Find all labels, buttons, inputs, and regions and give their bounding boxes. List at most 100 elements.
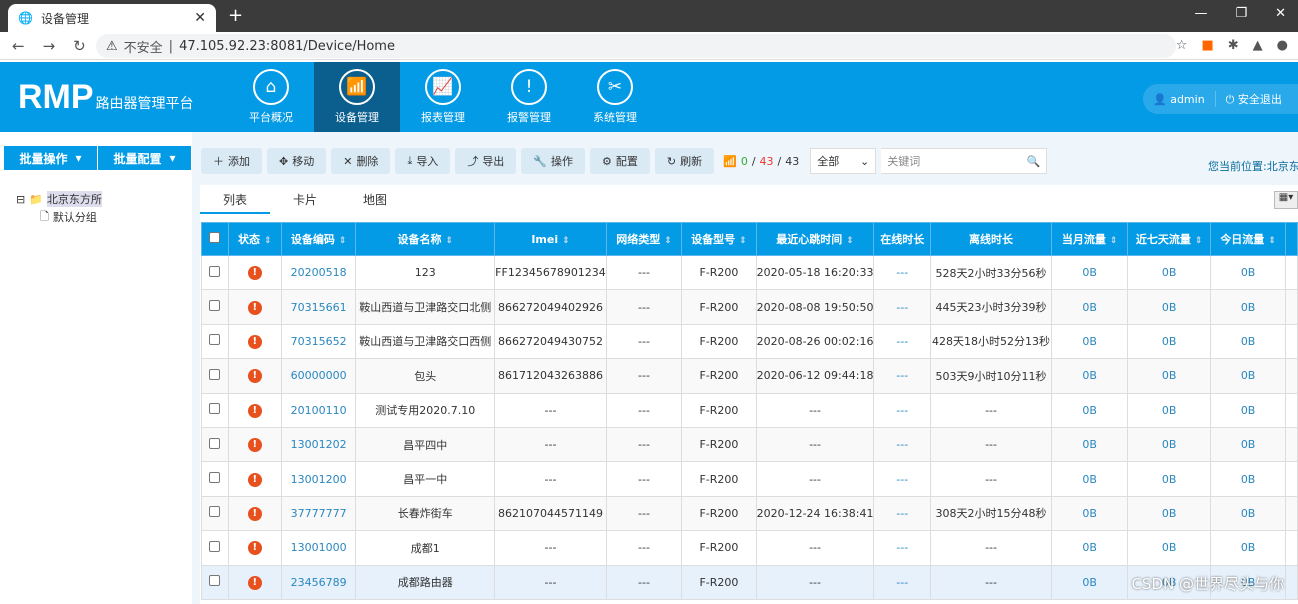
cell: ---: [605, 254, 683, 291]
cell: 成都1: [355, 530, 496, 566]
column-header[interactable]: 当月流量 ⇕: [1051, 222, 1129, 256]
row-checkbox[interactable]: [209, 506, 221, 518]
cell: 123: [355, 254, 496, 291]
export-button[interactable]: ⤴ 导出: [455, 148, 517, 174]
operate-button[interactable]: 🔧 操作: [521, 148, 586, 174]
column-header[interactable]: 今日流量 ⇕: [1209, 222, 1287, 256]
cell: ---: [605, 358, 683, 394]
offline-alert-icon: !: [247, 438, 262, 453]
table-row[interactable]: ! 37777777 长春炸街车 862107044571149 --- F-R200 20…: [201, 495, 1298, 532]
browser-tab[interactable]: 🌐 设备管理 ✕: [8, 4, 216, 32]
table-row[interactable]: ! 60000000 包头 861712043263886 --- F-R200 2020-…: [201, 358, 1298, 394]
cell[interactable]: 37777777: [280, 495, 357, 532]
new-tab-button[interactable]: +: [228, 5, 243, 26]
search-icon[interactable]: 🔍: [1027, 155, 1041, 168]
cell: F-R200: [681, 564, 757, 600]
menu-alarms[interactable]: ! 报警管理: [486, 62, 572, 132]
column-header[interactable]: 网络类型 ⇕: [605, 222, 683, 256]
row-checkbox[interactable]: [209, 472, 221, 484]
cell[interactable]: 60000000: [280, 358, 357, 394]
cell: ---: [605, 392, 683, 428]
cell[interactable]: 23456789: [280, 564, 357, 600]
device-table: 状态 ⇕ 设备编码 ⇕ 设备名称 ⇕ Imei ⇕ 网络类型 ⇕ 设备型号 ⇕ 最近心跳时间 ⇕ 在线时长离…: [201, 222, 1298, 600]
menu-platform-overview[interactable]: ⌂ 平台概况: [228, 62, 314, 132]
table-row[interactable]: ! 70315661 鞍山西道与卫津路交口北侧 866272049402926 --- F…: [201, 289, 1298, 325]
row-checkbox[interactable]: [209, 368, 221, 380]
refresh-button[interactable]: ↻ 刷新: [654, 148, 715, 174]
cell: 0B: [1127, 392, 1211, 428]
maximize-icon[interactable]: ❐: [1235, 6, 1247, 21]
cell[interactable]: 13001202: [280, 426, 357, 463]
column-header[interactable]: 在线时长: [873, 222, 932, 256]
tree-node-default[interactable]: 🗋 默认分组: [16, 208, 102, 226]
cell: F-R200: [681, 323, 757, 360]
row-checkbox[interactable]: [209, 334, 221, 346]
flask-icon[interactable]: ▲: [1253, 38, 1263, 53]
menu-reports[interactable]: 📈 报表管理: [400, 62, 486, 132]
batch-ops-button[interactable]: 批量操作 ▾: [4, 146, 97, 170]
tab-card[interactable]: 卡片: [270, 191, 340, 214]
cell[interactable]: 70315652: [280, 323, 357, 360]
status-filter-select[interactable]: 全部 ⌄: [810, 148, 877, 174]
watermark: CSDN @世界尽头与你: [1131, 575, 1284, 593]
cell: 0B: [1127, 289, 1211, 325]
puzzle-icon[interactable]: ✱: [1228, 38, 1239, 53]
table-row[interactable]: ! 20200518 123 FF12345678901234 --- F-R200 202…: [201, 254, 1298, 291]
table-row[interactable]: ! 13001202 昌平四中 --- --- F-R200 --- --- --- 0B 0B 0B: [201, 426, 1298, 463]
back-icon[interactable]: ←: [12, 37, 25, 55]
row-checkbox[interactable]: [209, 265, 221, 277]
extension-icon[interactable]: ■: [1201, 38, 1213, 53]
menu-device-management[interactable]: 📶 设备管理: [314, 62, 400, 132]
sort-icon: ⇕: [846, 236, 854, 246]
table-row[interactable]: ! 13001000 成都1 --- --- F-R200 --- --- --- 0B 0B 0B: [201, 530, 1298, 566]
sort-icon: ⇕: [338, 236, 347, 246]
column-header[interactable]: Imei ⇕: [494, 222, 607, 256]
row-checkbox[interactable]: [209, 575, 221, 587]
column-header[interactable]: 设备型号 ⇕: [681, 222, 757, 256]
cell[interactable]: 20200518: [280, 254, 357, 291]
select-all-checkbox[interactable]: [209, 232, 221, 243]
cell: 0B: [1051, 254, 1129, 291]
table-row[interactable]: ! 20100110 测试专用2020.7.10 --- --- F-R200 --- ---…: [201, 392, 1298, 428]
row-checkbox[interactable]: [209, 437, 221, 449]
url-field[interactable]: ⚠ 不安全 | 47.105.92.23:8081/Device/Home: [96, 34, 1176, 58]
move-button[interactable]: ✥ 移动: [267, 148, 327, 174]
reload-icon[interactable]: ↻: [73, 37, 86, 55]
cell[interactable]: 13001000: [280, 530, 357, 566]
close-tab-icon[interactable]: ✕: [194, 10, 206, 26]
minimize-icon[interactable]: —: [1194, 6, 1207, 21]
close-window-icon[interactable]: ✕: [1275, 6, 1286, 21]
tree-node-root[interactable]: ⊟ 📁 北京东方所: [16, 190, 102, 208]
column-header[interactable]: 近七天流量 ⇕: [1127, 222, 1211, 256]
forward-icon[interactable]: →: [43, 37, 56, 55]
column-header[interactable]: 最近心跳时间 ⇕: [755, 222, 875, 256]
row-checkbox[interactable]: [209, 300, 221, 312]
row-checkbox[interactable]: [209, 403, 221, 415]
logout-button[interactable]: ⏻ 安全退出: [1214, 91, 1292, 107]
tab-list[interactable]: 列表: [200, 191, 270, 214]
tab-map[interactable]: 地图: [340, 191, 410, 214]
star-icon[interactable]: ☆: [1176, 38, 1188, 53]
table-row[interactable]: ! 70315652 鞍山西道与卫津路交口西侧 866272049430752 --- F…: [201, 323, 1298, 360]
batch-config-button[interactable]: 批量配置 ▾: [98, 146, 191, 170]
profile-icon[interactable]: ●: [1277, 38, 1288, 53]
column-header[interactable]: 设备编码 ⇕: [280, 222, 357, 256]
cell: 0B: [1127, 358, 1211, 394]
menu-system[interactable]: ✂ 系统管理: [572, 62, 658, 132]
table-row[interactable]: ! 13001200 昌平一中 --- --- F-R200 --- --- --- 0B 0B 0B: [201, 461, 1298, 497]
config-button[interactable]: ⚙ 配置: [590, 148, 650, 174]
column-header[interactable]: 状态 ⇕: [227, 222, 282, 256]
keyword-input[interactable]: 关键词 🔍: [881, 148, 1048, 174]
column-header[interactable]: 离线时长: [930, 222, 1053, 256]
column-header[interactable]: 设备名称 ⇕: [355, 222, 496, 256]
columns-toggle-icon[interactable]: ▦▾: [1274, 191, 1298, 209]
delete-button[interactable]: ✕ 删除: [331, 148, 391, 174]
import-button[interactable]: ⤓ 导入: [395, 148, 451, 174]
user-button[interactable]: 👤 admin: [1143, 93, 1215, 106]
cell[interactable]: 70315661: [280, 289, 357, 325]
cell[interactable]: 20100110: [280, 392, 357, 428]
cell: F-R200: [681, 461, 757, 497]
add-button[interactable]: ＋添加: [201, 148, 262, 174]
row-checkbox[interactable]: [209, 540, 221, 552]
cell[interactable]: 13001200: [280, 461, 357, 497]
